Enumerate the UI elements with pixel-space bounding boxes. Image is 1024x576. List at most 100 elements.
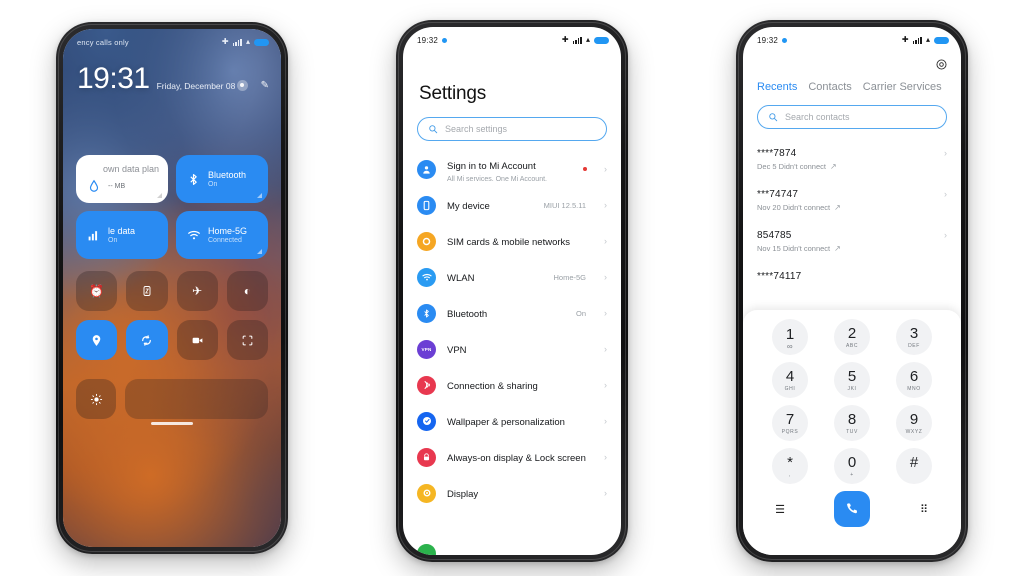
key-digit: * [787,453,793,471]
tile-bluetooth[interactable]: Bluetooth On [176,155,268,203]
outgoing-call-icon: ↗ [829,162,837,171]
key-digit: 9 [909,410,919,428]
phone-device-1: ency calls only ✚ ▴ 19:31 Friday, Decemb… [56,22,288,554]
home-indicator[interactable] [151,422,193,425]
key-digit: # [909,453,919,471]
key-6[interactable]: 6 MNO [896,362,932,398]
phone-1-status-bar: ency calls only ✚ ▴ [63,29,281,51]
key-0[interactable]: 0 + [834,448,870,484]
tile-sub: On [108,237,118,244]
keypad-icon[interactable]: ⠿ [911,503,937,516]
settings-row-label: VPN [447,345,467,356]
screenshot-stage: ency calls only ✚ ▴ 19:31 Friday, Decemb… [0,0,1024,576]
settings-row-sim-cards-mobile-networks[interactable]: SIM cards & mobile networks › [403,223,621,259]
lockscreen-clock-row: 19:31 Friday, December 08 ✎ [77,64,269,94]
battery-icon [594,36,609,44]
key-letters: ABC [845,342,859,349]
call-log-row[interactable]: ****74117 [743,262,961,291]
connection-sharing-icon [417,375,436,395]
call-log-row[interactable]: ***74747 Nov 20 Didn't connect ↗ › [743,180,961,221]
tile-wifi[interactable]: Home-5G Connected [176,211,268,259]
keypad-footer: ☰ ⠿ [759,491,945,527]
sync-icon[interactable] [126,320,168,360]
dark-mode-icon[interactable]: ◐ [226,271,268,311]
search-settings-input[interactable]: Search settings [417,117,607,141]
tile-title: le data [108,226,136,236]
key-digit: 2 [847,324,857,342]
edit-pencil-icon[interactable]: ✎ [261,80,269,91]
phone-3-screen: 19:32 ✚ ▴ Recents Contacts Carrier Service… [743,27,961,555]
airplane-mode-icon[interactable]: ✈ [176,271,218,311]
settings-row-wallpaper-personalization[interactable]: Wallpaper & personalization › [403,403,621,439]
call-info-icon[interactable]: › [944,148,947,158]
tab-contacts[interactable]: Contacts [808,81,851,93]
call-log-row[interactable]: ****7874 Dec 5 Didn't connect ↗ › [743,139,961,180]
settings-row-bluetooth[interactable]: Bluetooth On › [403,295,621,331]
menu-icon[interactable]: ☰ [767,503,793,516]
key-2[interactable]: 2 ABC [834,319,870,355]
key-1[interactable]: 1 ∞ [772,319,808,355]
scanner-icon[interactable] [226,320,268,360]
do-not-disturb-icon[interactable] [126,271,168,311]
screen-recorder-icon[interactable] [176,320,218,360]
settings-row-sign-in-to-mi-account[interactable]: Sign in to Mi Account All Mi services. On… [403,151,621,187]
settings-list: Sign in to Mi Account All Mi services. On… [403,151,621,555]
phone-1-screen: ency calls only ✚ ▴ 19:31 Friday, Decemb… [63,29,281,547]
settings-row-vpn[interactable]: VPN VPN › [403,331,621,367]
tile-expand-corner[interactable] [157,193,162,198]
vpn-icon: VPN [417,339,436,359]
brightness-icon[interactable] [76,379,116,419]
key-star[interactable]: *, [772,448,808,484]
bluetooth-icon: ✚ [901,35,909,44]
search-placeholder: Search contacts [785,112,850,122]
alarm-icon[interactable]: ⏰ [76,271,118,311]
key-letters: DEF [908,342,920,349]
tile-sub: Connected [208,237,242,244]
chevron-right-icon: › [604,416,607,426]
brightness-slider[interactable] [125,379,268,419]
key-9[interactable]: 9 WXYZ [896,405,932,441]
tile-title: Bluetooth [208,170,247,180]
gear-icon[interactable] [934,57,948,71]
quick-settings-big-tiles: own data plan -- MB Bluetooth On le data… [76,155,268,259]
bluetooth-icon: ✚ [561,35,569,44]
key-5[interactable]: 5 JKI [834,362,870,398]
settings-row-display[interactable]: Display › [403,475,621,511]
key-digit: 8 [847,410,857,428]
call-handset-icon[interactable] [834,491,870,527]
outgoing-call-icon: ↗ [834,203,841,212]
location-icon[interactable] [76,320,118,360]
search-contacts-input[interactable]: Search contacts [757,105,947,129]
signal-icon [912,36,922,44]
key-hash[interactable]: # [896,448,932,484]
chevron-right-icon: › [604,452,607,462]
tile-expand-corner[interactable] [257,193,262,198]
phone-device-2: 19:32 ✚ ▴ Settings Search settings Sign … [396,20,628,562]
chevron-right-icon: › [604,308,607,318]
settings-row-sub: All Mi services. One Mi Account. [447,175,547,183]
tab-recents[interactable]: Recents [757,81,797,93]
key-8[interactable]: 8 TUV [834,405,870,441]
wifi-icon: ▴ [585,35,590,44]
key-4[interactable]: 4 GHI [772,362,808,398]
key-letters: , [789,471,791,478]
call-detail: Nov 15 Didn't connect ↗ [757,244,841,253]
settings-dot-icon[interactable] [236,79,248,91]
call-info-icon[interactable]: › [944,189,947,199]
settings-row-label: Always-on display & Lock screen [447,453,586,464]
tile-mobile-data[interactable]: le data On [76,211,168,259]
call-info-icon[interactable]: › [944,230,947,240]
tile-expand-corner[interactable] [257,249,262,254]
tile-data-plan[interactable]: own data plan -- MB [76,155,168,203]
call-log-row[interactable]: 854785 Nov 15 Didn't connect ↗ › [743,221,961,262]
settings-row-my-device[interactable]: My device MIUI 12.5.11 › [403,187,621,223]
tab-carrier-services[interactable]: Carrier Services [863,81,942,93]
key-7[interactable]: 7 PQRS [772,405,808,441]
settings-row-label: Wallpaper & personalization [447,417,565,428]
key-3[interactable]: 3 DEF [896,319,932,355]
wifi-icon: ▴ [925,35,930,44]
signal-icon [572,36,582,44]
settings-row-always-on-display-lock-screen[interactable]: Always-on display & Lock screen › [403,439,621,475]
settings-row-connection-sharing[interactable]: Connection & sharing › [403,367,621,403]
settings-row-wlan[interactable]: WLAN Home-5G › [403,259,621,295]
